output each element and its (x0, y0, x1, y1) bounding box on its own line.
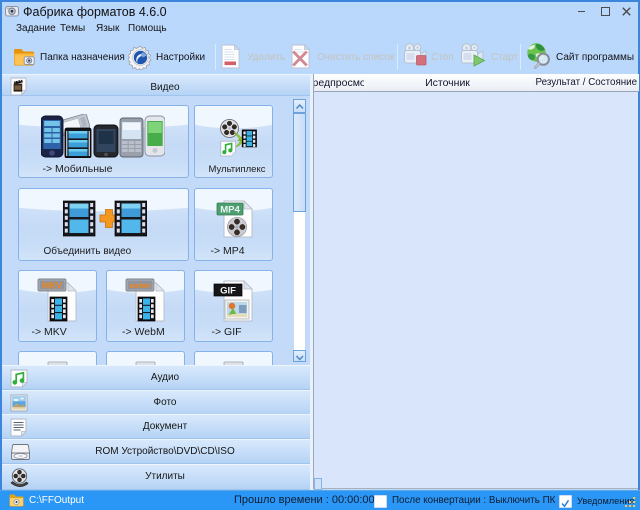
svg-text:MKV: MKV (42, 280, 62, 290)
svg-text:MP4: MP4 (220, 205, 240, 216)
svg-text:webm: webm (128, 281, 151, 290)
svg-text:GIF: GIF (220, 285, 236, 296)
